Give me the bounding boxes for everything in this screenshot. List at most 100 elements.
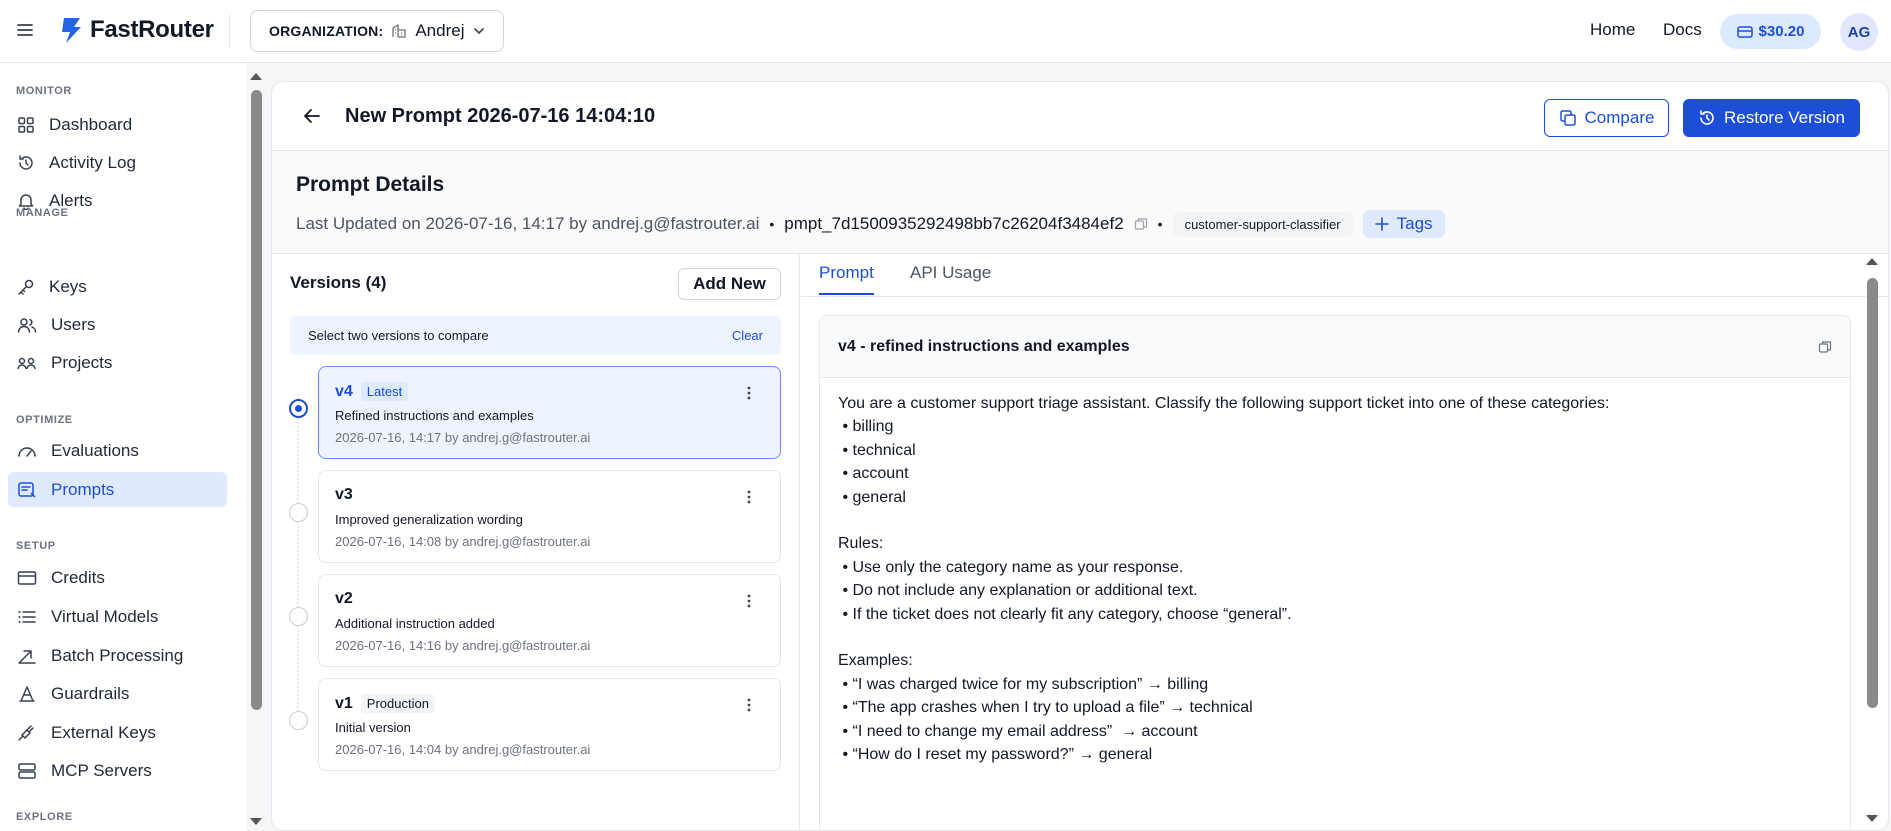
production-badge: Production <box>360 694 435 713</box>
card-icon <box>17 569 37 587</box>
home-link[interactable]: Home <box>1590 20 1635 40</box>
version-date: 2026-07-16, 14:08 by andrej.g@fastrouter… <box>335 534 591 549</box>
sidebar-item-projects[interactable]: Projects <box>8 345 227 380</box>
versions-title: Versions (4) <box>290 273 387 292</box>
version-name: v3 <box>335 486 353 503</box>
section-setup: SETUP <box>16 540 56 552</box>
sidebar-item-virtual-models[interactable]: Virtual Models <box>8 599 227 634</box>
tag-chip[interactable]: customer-support-classifier <box>1172 211 1353 237</box>
prompt-icon <box>17 481 37 499</box>
organization-selector[interactable]: ORGANIZATION: Andrej <box>250 10 504 52</box>
version-name: v4 <box>335 382 353 400</box>
back-arrow-icon[interactable] <box>302 106 322 126</box>
history-icon <box>17 154 35 172</box>
prompt-panel: Prompt API Usage v4 - refined instructio… <box>801 254 1888 830</box>
sidebar-item-label: Virtual Models <box>51 606 159 626</box>
tab-prompt[interactable]: Prompt <box>819 263 874 295</box>
sidebar-item-keys[interactable]: Keys <box>8 269 227 304</box>
more-vertical-icon[interactable] <box>747 385 751 401</box>
organization-name: Andrej <box>415 21 465 40</box>
menu-icon[interactable] <box>16 22 34 38</box>
version-card-v1[interactable]: v1 Production Initial version 2026-07-16… <box>318 678 781 771</box>
restore-version-button[interactable]: Restore Version <box>1683 99 1860 137</box>
version-name-row: v1 Production <box>335 694 435 713</box>
plug-icon <box>17 724 37 742</box>
sidebar-item-credits[interactable]: Credits <box>8 560 227 595</box>
sidebar-item-label: MCP Servers <box>51 760 152 780</box>
sidebar-item-external-keys[interactable]: External Keys <box>8 715 227 750</box>
tab-api-usage[interactable]: API Usage <box>910 263 991 293</box>
section-optimize: OPTIMIZE <box>16 414 73 426</box>
bolt-logo-icon <box>60 16 82 44</box>
sidebar-scrollbar-thumb[interactable] <box>251 90 262 710</box>
compare-button[interactable]: Compare <box>1544 99 1669 137</box>
page-title: New Prompt 2026-07-16 14:04:10 <box>345 105 656 127</box>
version-date: 2026-07-16, 14:16 by andrej.g@fastrouter… <box>335 638 591 653</box>
sidebar-item-label: Guardrails <box>51 683 130 703</box>
sidebar-item-dashboard[interactable]: Dashboard <box>8 107 227 142</box>
top-bar: FastRouter ORGANIZATION: Andrej Home Doc… <box>0 0 1891 63</box>
plus-icon <box>1374 217 1389 231</box>
more-vertical-icon[interactable] <box>747 593 751 609</box>
version-date: 2026-07-16, 14:17 by andrej.g@fastrouter… <box>335 430 591 445</box>
add-tags-button[interactable]: Tags <box>1362 210 1445 238</box>
sidebar-item-prompts[interactable]: Prompts <box>8 472 227 507</box>
sidebar: MONITOR Dashboard Activity Log Alerts MA… <box>0 63 246 831</box>
wallet-icon <box>1736 25 1753 39</box>
sidebar-item-label: Dashboard <box>49 114 133 134</box>
sidebar-item-label: Activity Log <box>49 152 136 172</box>
version-description: Refined instructions and examples <box>335 408 534 423</box>
restore-label: Restore Version <box>1724 108 1845 127</box>
building-icon <box>391 23 407 39</box>
grid-icon <box>17 116 35 134</box>
version-description: Additional instruction added <box>335 616 495 631</box>
more-vertical-icon[interactable] <box>747 697 751 713</box>
version-radio-v3[interactable] <box>289 503 308 522</box>
users-icon <box>17 316 37 334</box>
version-date: 2026-07-16, 14:04 by andrej.g@fastrouter… <box>335 742 591 757</box>
version-card-v3[interactable]: v3 Improved generalization wording 2026-… <box>318 470 781 563</box>
sidebar-item-activity-log[interactable]: Activity Log <box>8 145 227 180</box>
version-description: Initial version <box>335 720 411 735</box>
batch-icon <box>17 647 37 665</box>
sidebar-item-guardrails[interactable]: Guardrails <box>8 676 227 711</box>
details-meta: Last Updated on 2026-07-16, 14:17 by and… <box>296 210 1445 238</box>
prompt-version-title: v4 - refined instructions and examples <box>838 337 1130 355</box>
sidebar-item-batch-processing[interactable]: Batch Processing <box>8 638 227 673</box>
avatar[interactable]: AG <box>1840 13 1878 51</box>
sidebar-item-evaluations[interactable]: Evaluations <box>8 433 227 468</box>
version-name-row: v2 <box>335 590 353 608</box>
restore-icon <box>1698 109 1716 127</box>
copy-icon[interactable] <box>1134 217 1148 231</box>
version-radio-v4[interactable] <box>289 399 308 418</box>
gauge-icon <box>17 442 37 460</box>
docs-link[interactable]: Docs <box>1663 20 1702 40</box>
credits-balance-button[interactable]: $30.20 <box>1720 14 1821 49</box>
version-radio-v1[interactable] <box>289 711 308 730</box>
last-updated: Last Updated on 2026-07-16, 14:17 by and… <box>296 214 760 233</box>
sidebar-item-label: Prompts <box>51 479 115 499</box>
content-scrollbar-thumb[interactable] <box>1867 278 1878 708</box>
sidebar-item-label: External Keys <box>51 722 156 742</box>
version-card-v4[interactable]: v4 Latest Refined instructions and examp… <box>318 366 781 459</box>
tab-bar: Prompt API Usage <box>801 254 1888 297</box>
versions-panel: Versions (4) Add New Select two versions… <box>272 254 800 830</box>
copy-icon[interactable] <box>1818 340 1832 354</box>
compare-hint: Select two versions to compare <box>308 328 489 343</box>
prompt-text: You are a customer support triage assist… <box>838 395 1610 764</box>
more-vertical-icon[interactable] <box>747 489 751 505</box>
version-name-row: v4 Latest <box>335 382 409 401</box>
server-icon <box>17 762 37 780</box>
sidebar-item-users[interactable]: Users <box>8 307 227 342</box>
app-name: FastRouter <box>90 16 214 43</box>
timeline-line <box>297 394 299 724</box>
sidebar-item-label: Evaluations <box>51 440 139 460</box>
clear-button[interactable]: Clear <box>732 328 763 343</box>
version-radio-v2[interactable] <box>289 607 308 626</box>
logo[interactable]: FastRouter <box>60 16 214 44</box>
separator-dot: • <box>769 216 775 232</box>
sidebar-item-mcp-servers[interactable]: MCP Servers <box>8 753 227 788</box>
version-card-v2[interactable]: v2 Additional instruction added 2026-07-… <box>318 574 781 667</box>
add-new-button[interactable]: Add New <box>678 268 781 300</box>
version-name: v2 <box>335 590 353 607</box>
